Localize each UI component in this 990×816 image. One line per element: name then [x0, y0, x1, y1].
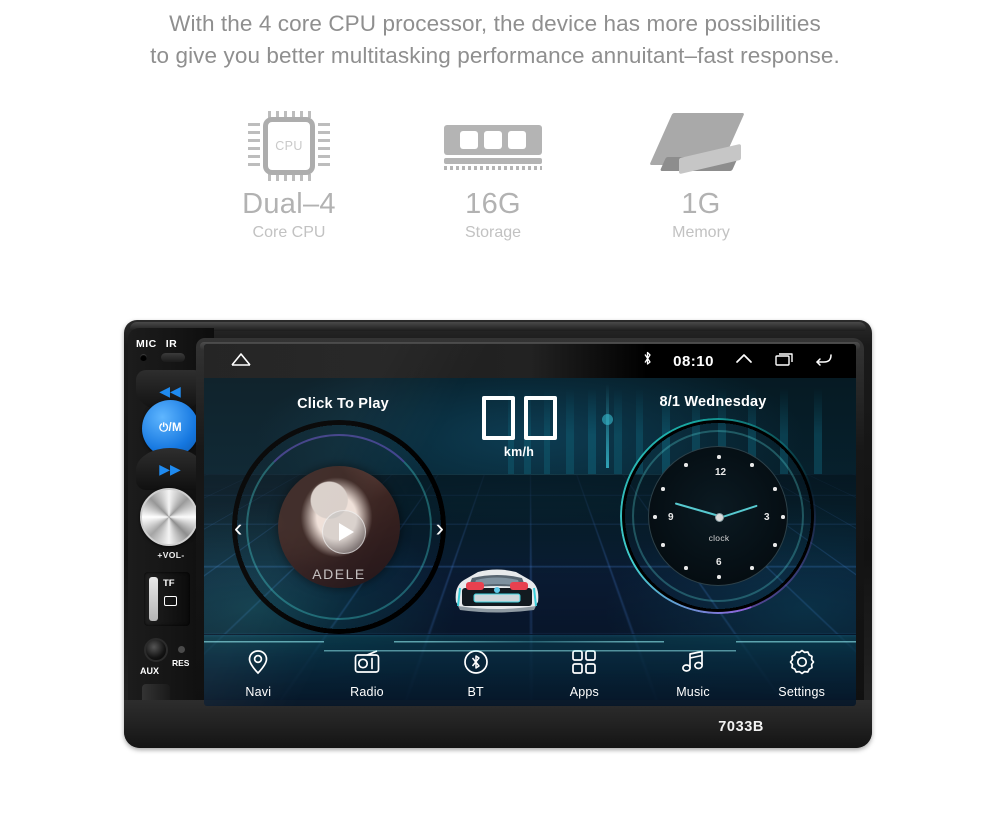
bluetooth-icon: [642, 350, 653, 372]
dock-label-navi: Navi: [245, 684, 272, 699]
volume-knob[interactable]: [140, 488, 198, 546]
dock-label-apps: Apps: [569, 684, 599, 699]
next-track-button[interactable]: ▶▶: [136, 448, 204, 490]
car-rear-icon: [448, 558, 546, 620]
spec-storage-value: 16G: [465, 188, 521, 220]
model-number: 7033B: [718, 719, 764, 735]
home-icon[interactable]: [230, 351, 252, 372]
previous-track-icon: ◀◀: [159, 382, 181, 399]
sd-card-icon: [164, 596, 177, 606]
spec-memory-value: 1G: [681, 188, 721, 220]
cpu-chip-text: CPU: [275, 139, 303, 153]
clock-numeral-12: 12: [715, 467, 727, 478]
clock-numeral-9: 9: [668, 512, 674, 523]
power-button-label: ⏻/M: [159, 422, 182, 434]
microphone-hole-icon: [140, 354, 147, 361]
dock-label-settings: Settings: [778, 684, 826, 699]
clock-numeral-6: 6: [716, 557, 722, 568]
album-name: ADELE: [312, 566, 366, 582]
clock-widget[interactable]: 12 3 6 9 clock: [620, 418, 816, 614]
device-bottom-frame: 7033B: [124, 700, 872, 748]
car-stereo-device: MIC IR ◀◀ ⏻/M ▶▶ +VOL- TF AUX RES 08:10 …: [124, 320, 872, 748]
status-time: 08:10: [673, 352, 714, 370]
dock-label-radio: Radio: [350, 684, 384, 699]
spec-storage-label: Storage: [464, 224, 522, 241]
clock-numeral-3: 3: [764, 512, 770, 523]
spec-memory: 1G Memory: [596, 108, 806, 244]
screen-bezel: 08:10 Click To Play ‹ › ADELE km/h 8/1 W…: [196, 338, 864, 716]
volume-label: +VOL-: [157, 550, 185, 560]
click-to-play-label: Click To Play: [297, 396, 389, 412]
dock-label-music: Music: [676, 684, 710, 699]
spec-cpu-label: Core CPU: [252, 224, 326, 241]
page-root: With the 4 core CPU processor, the devic…: [0, 0, 990, 816]
dock-label-bt: BT: [467, 684, 484, 699]
tf-card-inserted: [149, 577, 158, 621]
tf-label: TF: [163, 578, 175, 589]
spec-memory-label: Memory: [672, 224, 730, 241]
speed-unit: km/h: [503, 445, 535, 459]
clock-label: clock: [708, 533, 730, 543]
play-icon[interactable]: [322, 510, 366, 554]
next-track-icon: ▶▶: [159, 460, 181, 477]
ir-receiver-icon: [161, 353, 185, 362]
recent-apps-icon[interactable]: [774, 351, 794, 372]
tf-card-slot[interactable]: TF: [144, 572, 190, 626]
headline-line-2: to give you better multitasking performa…: [150, 43, 840, 68]
clock-minute-hand: [674, 502, 720, 517]
memory-chip-icon: [596, 108, 806, 186]
speed-digit-2: [523, 396, 557, 440]
speed-digit-1: [481, 396, 515, 440]
bottom-dock: Navi Radio BT Apps Music Settings: [204, 634, 856, 706]
back-icon[interactable]: [814, 351, 834, 372]
next-song-arrow[interactable]: ›: [436, 516, 444, 541]
android-status-bar: 08:10: [204, 344, 856, 378]
album-art[interactable]: ADELE: [278, 466, 400, 588]
cpu-chip-icon: CPU: [184, 108, 394, 186]
spec-storage: 16G Storage: [388, 108, 598, 244]
chevron-up-icon[interactable]: [734, 351, 754, 372]
clock-face: 12 3 6 9 clock: [648, 446, 788, 586]
ir-label: IR: [165, 338, 178, 350]
spec-cpu-value: Dual–4: [242, 188, 336, 220]
reset-label: RES: [172, 658, 190, 668]
home-wallpaper: Click To Play ‹ › ADELE km/h 8/1 Wednesd…: [204, 378, 856, 706]
mic-label: MIC: [136, 338, 157, 350]
date-label: 8/1 Wednesday: [659, 394, 767, 410]
headline: With the 4 core CPU processor, the devic…: [0, 8, 990, 72]
previous-song-arrow[interactable]: ‹: [234, 516, 242, 541]
aux-label: AUX: [140, 666, 160, 676]
headline-line-1: With the 4 core CPU processor, the devic…: [169, 11, 821, 36]
music-widget[interactable]: ‹ › ADELE: [232, 420, 446, 634]
speedometer-readout: km/h: [459, 396, 579, 459]
aux-jack[interactable]: [144, 638, 168, 662]
ram-module-icon: [388, 108, 598, 186]
clock-hour-hand: [719, 504, 758, 520]
touch-screen[interactable]: 08:10 Click To Play ‹ › ADELE km/h 8/1 W…: [204, 344, 856, 706]
reset-button[interactable]: [178, 646, 185, 653]
spec-cpu: CPU Dual–4 Core CPU: [184, 108, 394, 244]
spec-strip: CPU Dual–4 Core CPU 16G Storage 1G Memor…: [0, 108, 990, 258]
